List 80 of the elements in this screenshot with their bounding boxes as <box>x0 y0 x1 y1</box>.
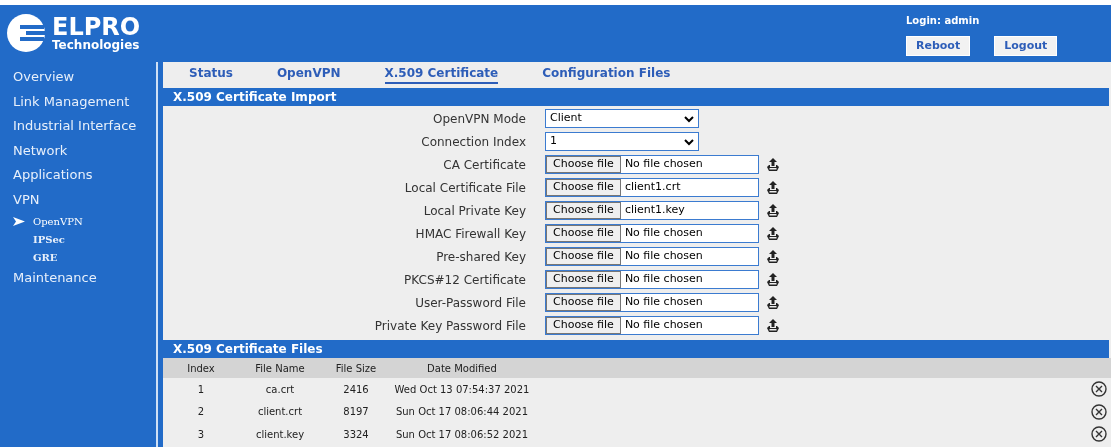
column-header: File Name <box>254 361 306 376</box>
tab[interactable]: Status <box>189 64 233 84</box>
file-input[interactable]: Choose file No file chosen <box>545 316 759 335</box>
chevron-down-icon <box>684 137 694 146</box>
field-label: User-Password File <box>414 294 527 312</box>
choose-file-button[interactable]: Choose file <box>546 179 621 196</box>
upload-icon[interactable] <box>765 248 781 265</box>
table-cell-text: Sun Oct 17 08:06:52 2021 <box>394 427 530 442</box>
file-input[interactable]: Choose file client1.key <box>545 201 759 220</box>
table-cell-text: client.crt <box>256 405 304 420</box>
sidebar-item[interactable]: Maintenance <box>0 266 156 291</box>
sidebar-item[interactable]: Overview <box>0 65 156 90</box>
sidebar-item[interactable]: Link Management <box>0 89 156 114</box>
choose-file-button[interactable]: Choose file <box>546 248 621 265</box>
delete-icon[interactable] <box>1091 426 1107 443</box>
sidebar-subitem[interactable]: GRE <box>33 249 58 265</box>
logo-icon <box>6 13 46 53</box>
table-cell-text: 3324 <box>342 427 370 442</box>
table-cell-text: Sun Oct 17 08:06:44 2021 <box>394 405 530 420</box>
field-label: Local Private Key <box>422 202 527 220</box>
delete-icon[interactable] <box>1091 381 1107 398</box>
tab[interactable]: Configuration Files <box>542 64 671 84</box>
field-label: HMAC Firewall Key <box>414 225 527 243</box>
sidebar-item[interactable]: VPN <box>0 187 156 212</box>
choose-file-button[interactable]: Choose file <box>546 294 621 311</box>
table-cell-text: 2416 <box>342 382 370 397</box>
table-cell-text: client.key <box>254 427 306 442</box>
upload-icon[interactable] <box>765 317 781 334</box>
table-cell-text: 2 <box>196 405 206 420</box>
sidebar-subitem[interactable]: IPSec <box>33 231 65 247</box>
column-header: Index <box>186 361 216 376</box>
upload-icon[interactable] <box>765 294 781 311</box>
sidebar-item[interactable]: Applications <box>0 163 156 188</box>
choose-file-button[interactable]: Choose file <box>546 225 621 242</box>
choose-file-button[interactable]: Choose file <box>546 202 621 219</box>
sidebar-subitem[interactable]: OpenVPN <box>33 213 83 229</box>
table-cell-text: ca.crt <box>264 382 296 397</box>
field-label: Private Key Password File <box>373 317 527 335</box>
sidebar-item[interactable]: Network <box>0 138 156 163</box>
field-label: Local Certificate File <box>403 179 527 197</box>
column-header: Date Modified <box>426 361 498 376</box>
upload-icon[interactable] <box>765 156 781 173</box>
delete-icon[interactable] <box>1091 403 1107 420</box>
choose-file-button[interactable]: Choose file <box>546 156 621 173</box>
tab[interactable]: X.509 Certificate <box>384 64 499 84</box>
section-header: X.509 Certificate Files <box>163 340 1109 358</box>
upload-icon[interactable] <box>765 179 781 196</box>
field-label: Connection Index <box>420 133 527 151</box>
file-input[interactable]: Choose file No file chosen <box>545 247 759 266</box>
table-cell-text: Wed Oct 13 07:54:37 2021 <box>393 382 531 397</box>
file-input[interactable]: Choose file No file chosen <box>545 224 759 243</box>
sidebar-item[interactable]: Industrial Interface <box>0 114 156 139</box>
login-text: Login: admin <box>906 14 981 28</box>
choose-file-button[interactable]: Choose file <box>546 271 621 288</box>
logo-title: ELPRO <box>52 15 141 39</box>
tab[interactable]: OpenVPN <box>276 64 341 84</box>
upload-icon[interactable] <box>765 202 781 219</box>
file-input[interactable]: Choose file client1.crt <box>545 178 759 197</box>
file-input[interactable]: Choose file No file chosen <box>545 270 759 289</box>
chevron-down-icon <box>684 114 694 123</box>
field-label: OpenVPN Mode <box>432 110 527 128</box>
table-cell-text: 3 <box>196 427 206 442</box>
file-input[interactable]: Choose file No file chosen <box>545 293 759 312</box>
upload-icon[interactable] <box>765 225 781 242</box>
table-cell-text: 8197 <box>342 405 370 420</box>
dropdown[interactable]: 1 <box>545 132 699 151</box>
section-header: X.509 Certificate Import <box>163 88 1109 106</box>
column-header: File Size <box>334 361 378 376</box>
field-label: Pre-shared Key <box>435 248 527 266</box>
field-label: CA Certificate <box>442 156 527 174</box>
dropdown[interactable]: Client <box>545 109 699 128</box>
upload-icon[interactable] <box>765 271 781 288</box>
file-input[interactable]: Choose file No file chosen <box>545 155 759 174</box>
field-label: PKCS#12 Certificate <box>403 271 527 289</box>
header-button[interactable]: Reboot <box>906 36 971 56</box>
logo-subtitle: Technologies <box>52 39 141 51</box>
header-button[interactable]: Logout <box>994 36 1058 56</box>
choose-file-button[interactable]: Choose file <box>546 317 621 334</box>
arrow-icon <box>13 216 25 226</box>
table-cell-text: 1 <box>196 382 206 397</box>
